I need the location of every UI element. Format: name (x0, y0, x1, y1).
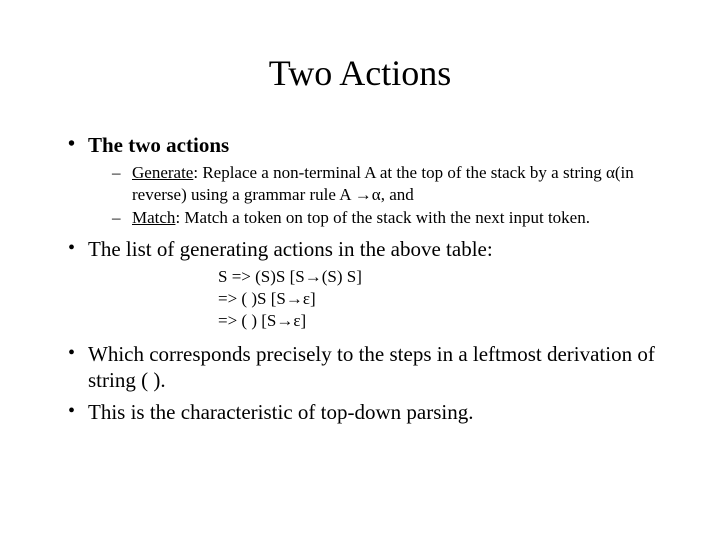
sub-generate: Generate: Replace a non-terminal A at th… (88, 162, 660, 205)
sub-list: Generate: Replace a non-terminal A at th… (88, 162, 660, 228)
bullet-leftmost: Which corresponds precisely to the steps… (60, 341, 660, 394)
sub-label: Generate (132, 163, 193, 182)
derivation-line: => ( )S [S→ε] (218, 288, 660, 310)
derivation-line: => ( ) [S→ε] (218, 310, 660, 332)
bullet-text: The two actions (88, 133, 229, 157)
bullet-text: Which corresponds precisely to the steps… (88, 342, 655, 392)
derivation-block: S => (S)S [S→(S) S] => ( )S [S→ε] => ( )… (218, 266, 660, 332)
derivation-line: S => (S)S [S→(S) S] (218, 266, 660, 288)
bullet-characteristic: This is the characteristic of top-down p… (60, 399, 660, 425)
slide-title: Two Actions (60, 52, 660, 94)
sub-label: Match (132, 208, 175, 227)
slide: Two Actions The two actions Generate: Re… (0, 0, 720, 540)
sub-text: : Replace a non-terminal A at the top of… (132, 163, 634, 203)
sub-text: : Match a token on top of the stack with… (175, 208, 590, 227)
bullet-list-actions: The list of generating actions in the ab… (60, 236, 660, 333)
sub-match: Match: Match a token on top of the stack… (88, 207, 660, 228)
bullet-text: This is the characteristic of top-down p… (88, 400, 473, 424)
bullet-list: The two actions Generate: Replace a non-… (60, 132, 660, 425)
bullet-text: The list of generating actions in the ab… (88, 237, 493, 261)
bullet-two-actions: The two actions Generate: Replace a non-… (60, 132, 660, 228)
